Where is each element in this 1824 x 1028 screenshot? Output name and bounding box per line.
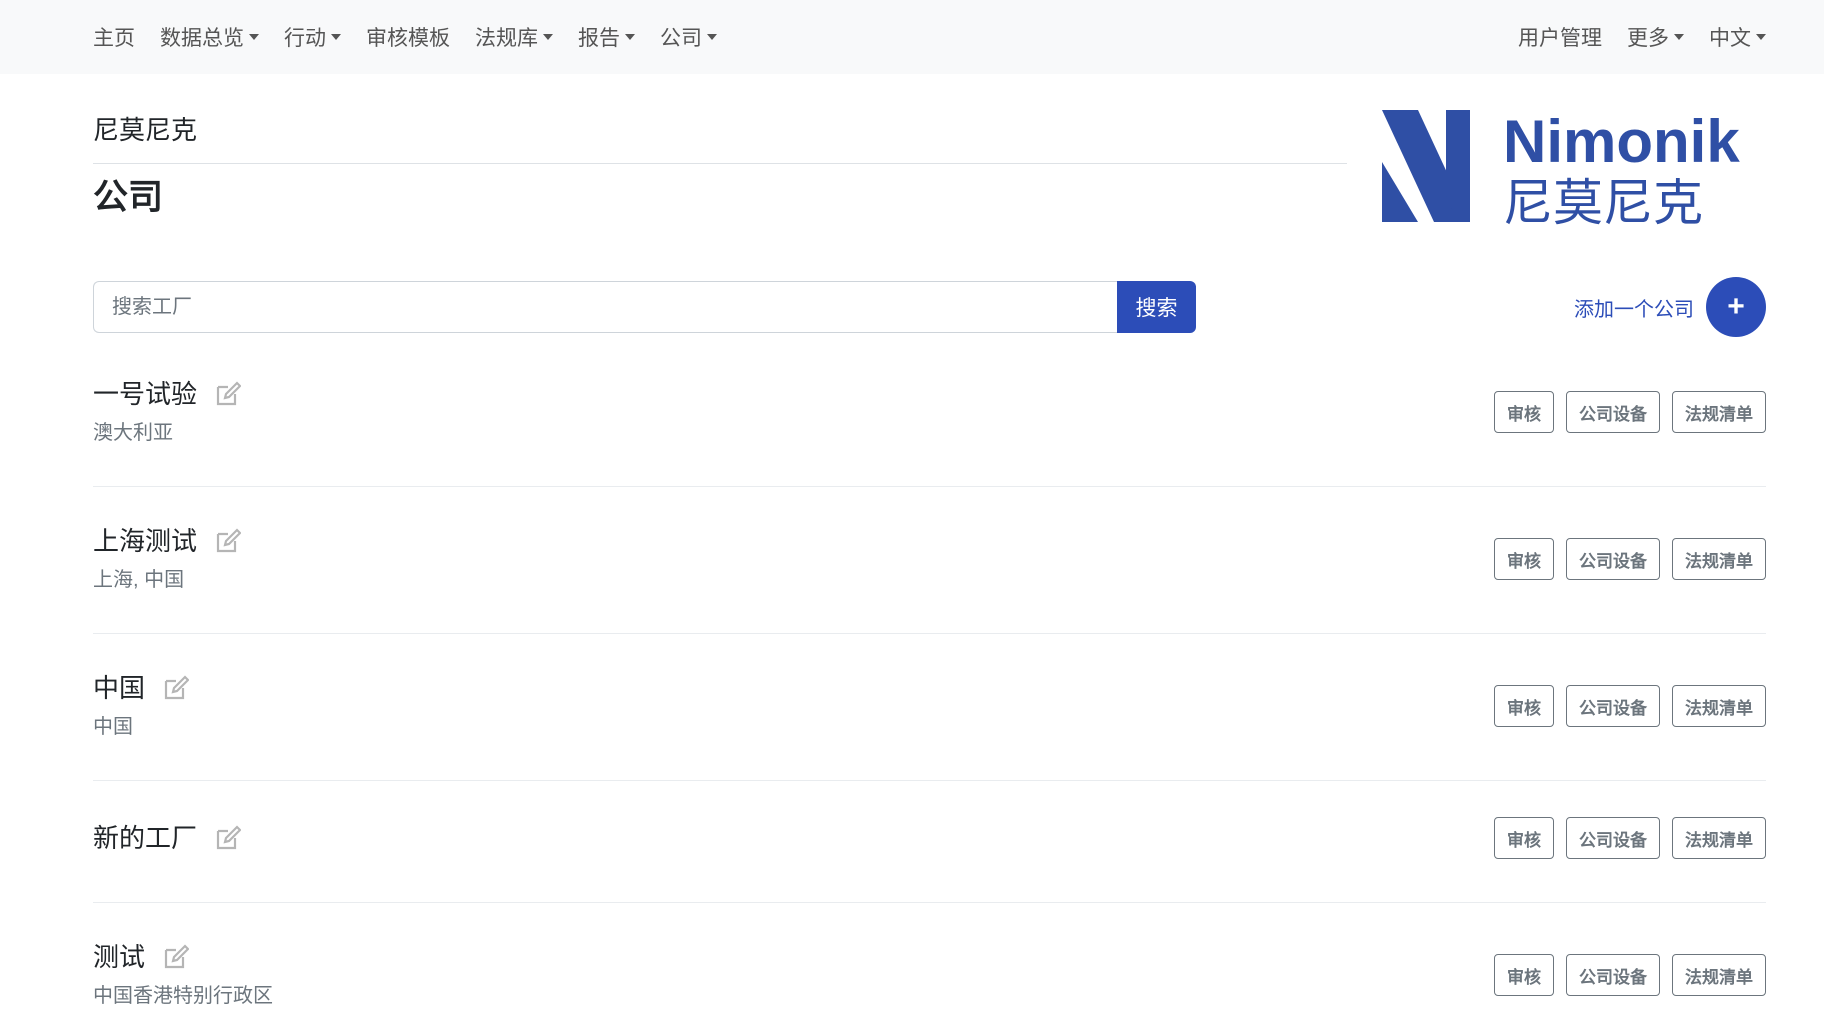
nav-label: 更多 bbox=[1627, 27, 1669, 50]
nav-regulations-dropdown[interactable]: 法规库 bbox=[475, 22, 553, 52]
company-info: 测试 中国香港特别行政区 bbox=[93, 940, 273, 1010]
company-equipment-button[interactable]: 公司设备 bbox=[1566, 538, 1660, 580]
nav-label: 主页 bbox=[93, 27, 135, 50]
company-name-line: 新的工厂 bbox=[93, 821, 242, 855]
nav-label: 用户管理 bbox=[1518, 27, 1602, 50]
page-header: 尼莫尼克 公司 bbox=[93, 74, 1347, 220]
edit-icon[interactable] bbox=[163, 675, 190, 701]
company-row: 上海测试 上海, 中国 审核 公司设备 法规清单 bbox=[93, 487, 1766, 634]
nav-label: 报告 bbox=[578, 27, 620, 50]
nav-label: 中文 bbox=[1709, 27, 1751, 50]
company-name[interactable]: 上海测试 bbox=[93, 524, 197, 558]
company-info: 一号试验 澳大利亚 bbox=[93, 377, 242, 447]
company-name-line: 测试 bbox=[93, 940, 273, 974]
row-actions: 审核 公司设备 法规清单 bbox=[1482, 538, 1766, 580]
row-actions: 审核 公司设备 法规清单 bbox=[1482, 391, 1766, 433]
breadcrumb: 尼莫尼克 bbox=[93, 115, 198, 145]
row-actions: 审核 公司设备 法规清单 bbox=[1482, 817, 1766, 859]
add-company-button[interactable]: + bbox=[1706, 277, 1766, 337]
audit-button[interactable]: 审核 bbox=[1494, 391, 1554, 433]
nav-company-dropdown[interactable]: 公司 bbox=[660, 22, 717, 52]
caret-down-icon bbox=[1756, 34, 1766, 40]
company-name-line: 中国 bbox=[93, 671, 190, 705]
regulation-list-button[interactable]: 法规清单 bbox=[1672, 685, 1766, 727]
edit-icon[interactable] bbox=[163, 944, 190, 970]
nav-home[interactable]: 主页 bbox=[93, 22, 135, 52]
nav-dashboard-dropdown[interactable]: 数据总览 bbox=[160, 22, 259, 52]
company-name[interactable]: 新的工厂 bbox=[93, 821, 197, 855]
nav-right: 用户管理 更多 中文 bbox=[1493, 22, 1766, 52]
regulation-list-button[interactable]: 法规清单 bbox=[1672, 391, 1766, 433]
plus-icon: + bbox=[1727, 290, 1745, 323]
company-equipment-button[interactable]: 公司设备 bbox=[1566, 391, 1660, 433]
edit-icon[interactable] bbox=[215, 528, 242, 554]
company-info: 新的工厂 bbox=[93, 821, 242, 855]
company-info: 上海测试 上海, 中国 bbox=[93, 524, 242, 594]
company-location: 中国香港特别行政区 bbox=[93, 985, 273, 1007]
nav-audit-templates[interactable]: 审核模板 bbox=[366, 22, 450, 52]
row-actions: 审核 公司设备 法规清单 bbox=[1482, 954, 1766, 996]
nav-left: 主页 数据总览 行动 审核模板 法规库 报告 公司 bbox=[93, 22, 742, 52]
add-company-link[interactable]: 添加一个公司 bbox=[1574, 293, 1694, 322]
company-info: 中国 中国 bbox=[93, 671, 190, 741]
company-name-line: 一号试验 bbox=[93, 377, 242, 411]
logo-wordmark: Nimonik bbox=[1503, 110, 1740, 175]
caret-down-icon bbox=[543, 34, 553, 40]
edit-icon[interactable] bbox=[215, 825, 242, 851]
nav-actions-dropdown[interactable]: 行动 bbox=[284, 22, 341, 52]
audit-button[interactable]: 审核 bbox=[1494, 817, 1554, 859]
nav-label: 数据总览 bbox=[160, 27, 244, 50]
company-equipment-button[interactable]: 公司设备 bbox=[1566, 954, 1660, 996]
nav-reports-dropdown[interactable]: 报告 bbox=[578, 22, 635, 52]
company-location: 上海, 中国 bbox=[93, 569, 185, 591]
nav-language-dropdown[interactable]: 中文 bbox=[1709, 22, 1766, 52]
regulation-list-button[interactable]: 法规清单 bbox=[1672, 538, 1766, 580]
company-row: 一号试验 澳大利亚 审核 公司设备 法规清单 bbox=[93, 340, 1766, 487]
regulation-list-button[interactable]: 法规清单 bbox=[1672, 817, 1766, 859]
nav-label: 公司 bbox=[660, 27, 702, 50]
company-equipment-button[interactable]: 公司设备 bbox=[1566, 817, 1660, 859]
audit-button[interactable]: 审核 bbox=[1494, 685, 1554, 727]
company-name-line: 上海测试 bbox=[93, 524, 242, 558]
search-row: 搜索 添加一个公司 + bbox=[93, 277, 1766, 337]
company-row: 测试 中国香港特别行政区 审核 公司设备 法规清单 bbox=[93, 903, 1766, 1010]
company-name[interactable]: 测试 bbox=[93, 940, 145, 974]
add-company: 添加一个公司 + bbox=[1574, 277, 1766, 337]
nav-user-management[interactable]: 用户管理 bbox=[1518, 22, 1602, 52]
company-name[interactable]: 中国 bbox=[93, 671, 145, 705]
nav-more-dropdown[interactable]: 更多 bbox=[1627, 22, 1684, 52]
edit-icon[interactable] bbox=[215, 381, 242, 407]
nimonik-logo: Nimonik 尼莫尼克 bbox=[1382, 110, 1740, 227]
page-title: 公司 bbox=[93, 178, 164, 217]
company-list: 一号试验 澳大利亚 审核 公司设备 法规清单 上海测试 上海, 中国 审核 公司… bbox=[93, 340, 1766, 1010]
nav-label: 审核模板 bbox=[366, 27, 450, 50]
company-row: 中国 中国 审核 公司设备 法规清单 bbox=[93, 634, 1766, 781]
regulation-list-button[interactable]: 法规清单 bbox=[1672, 954, 1766, 996]
caret-down-icon bbox=[707, 34, 717, 40]
header-divider bbox=[93, 163, 1347, 164]
top-navbar: 主页 数据总览 行动 审核模板 法规库 报告 公司 用户管理 更多 中文 bbox=[0, 0, 1824, 74]
company-equipment-button[interactable]: 公司设备 bbox=[1566, 685, 1660, 727]
search-input[interactable] bbox=[93, 281, 1117, 333]
main-content: 尼莫尼克 公司 Nimonik 尼莫尼克 搜索 添加一个公司 + 一号试验 bbox=[93, 74, 1766, 1010]
caret-down-icon bbox=[1674, 34, 1684, 40]
caret-down-icon bbox=[625, 34, 635, 40]
search-button[interactable]: 搜索 bbox=[1117, 281, 1196, 333]
audit-button[interactable]: 审核 bbox=[1494, 538, 1554, 580]
row-actions: 审核 公司设备 法规清单 bbox=[1482, 685, 1766, 727]
nav-label: 行动 bbox=[284, 27, 326, 50]
logo-wordmark-cn: 尼莫尼克 bbox=[1503, 174, 1703, 227]
company-row: 新的工厂 审核 公司设备 法规清单 bbox=[93, 781, 1766, 903]
company-location: 中国 bbox=[93, 716, 133, 738]
caret-down-icon bbox=[249, 34, 259, 40]
nav-label: 法规库 bbox=[475, 27, 538, 50]
audit-button[interactable]: 审核 bbox=[1494, 954, 1554, 996]
company-name[interactable]: 一号试验 bbox=[93, 377, 197, 411]
caret-down-icon bbox=[331, 34, 341, 40]
company-location: 澳大利亚 bbox=[93, 422, 173, 444]
search-group: 搜索 bbox=[93, 281, 1196, 333]
